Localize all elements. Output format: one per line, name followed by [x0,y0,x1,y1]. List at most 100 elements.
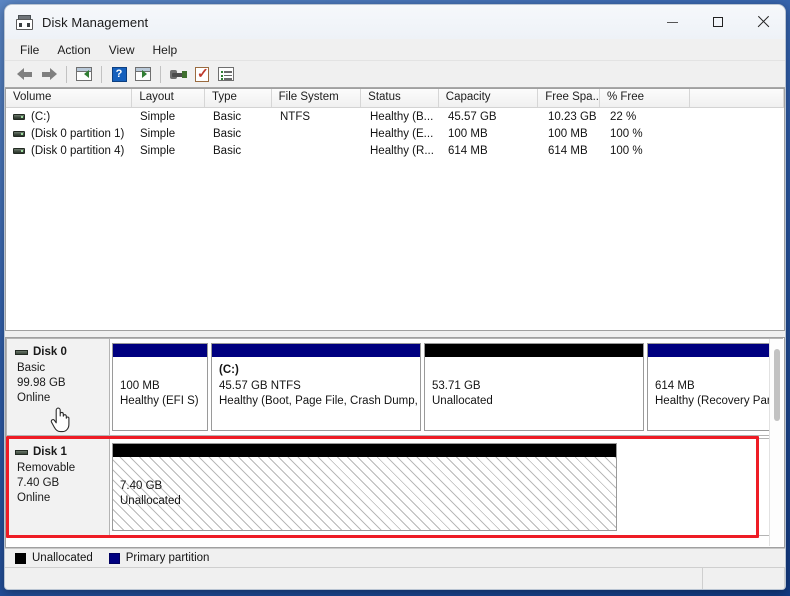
partition-color-bar [648,344,779,357]
menu-action[interactable]: Action [48,41,99,59]
arrow-left-icon [17,67,33,81]
status-bar-left [5,568,703,589]
partition-size-label: 53.71 GB [432,380,481,392]
volume-cell-type: Basic [213,127,242,140]
disk-type-label: Basic [17,362,46,374]
maximize-button[interactable] [695,5,740,39]
toolbar-separator [66,65,67,83]
forward-button[interactable] [37,63,61,85]
volume-name-label: (C:) [31,110,51,123]
partition-info: 7.40 GB Unallocated [113,457,616,530]
partition-color-bar [425,344,643,357]
properties-button[interactable] [214,63,238,85]
volume-cell-status: Healthy (E... [370,127,434,140]
volume-column-header-blank[interactable] [689,89,784,107]
disk-label-disk-1[interactable]: Disk 1 Removable 7.40 GB Online [6,438,110,536]
volume-column-header-free-spa[interactable]: Free Spa... [538,89,600,107]
partition-label-spacer [120,463,616,479]
back-button[interactable] [13,63,37,85]
disk-icon [15,349,28,355]
volume-column-header-volume[interactable]: Volume [6,89,133,107]
status-bar [5,567,785,589]
window-controls [650,5,785,39]
volume-row[interactable]: (Disk 0 partition 1) Simple Basic Healthy (… [6,125,784,142]
legend-item: Unallocated [15,552,93,564]
disk-management-window: Disk Management File Action View Help ? … [4,4,786,590]
volume-name-label: (Disk 0 partition 1) [31,127,125,140]
unallocated-space-disk1[interactable]: 7.40 GB Unallocated [112,443,617,531]
partition-color-bar [212,344,420,357]
volume-cell-free-space: 10.23 GB [548,110,597,123]
toolbar: ? [5,61,785,88]
volume-cell-type: Basic [213,110,242,123]
volume-cell-volume: (C:) [6,111,133,123]
close-icon [757,16,769,28]
menu-bar: File Action View Help [5,39,785,61]
minimize-icon [667,21,678,23]
volume-cell-percent-free: 100 % [610,127,643,140]
menu-view[interactable]: View [100,41,144,59]
partition-info: 100 MB Healthy (EFI S) [113,357,207,430]
volume-cell-status: Healthy (R... [370,144,434,157]
efi-system-partition[interactable]: 100 MB Healthy (EFI S) [112,343,208,431]
volume-row[interactable]: (C:) Simple Basic NTFS Healthy (B... 45.57 GB… [6,108,784,125]
all-tasks-button[interactable] [190,63,214,85]
partition-volume-label: (C:) [219,364,239,376]
unallocated-space-disk0[interactable]: 53.71 GB Unallocated [424,343,644,431]
help-question-icon: ? [111,66,127,82]
recovery-partition[interactable]: 614 MB Healthy (Recovery Par [647,343,780,431]
show-hide-action-pane-button[interactable] [131,63,155,85]
partition-label-spacer [120,363,207,379]
volume-column-header-capacity[interactable]: Capacity [438,89,539,107]
close-button[interactable] [740,5,785,39]
menu-help[interactable]: Help [144,41,187,59]
volume-cell-free-space: 614 MB [548,144,588,157]
partition-size-label: 100 MB [120,380,160,392]
volume-cell-status: Healthy (B... [370,110,434,123]
volume-cell-type: Basic [213,144,242,157]
partition-size-label: 7.40 GB [120,480,163,492]
menu-file[interactable]: File [11,41,48,59]
partition-status-label: Healthy (EFI S) [120,395,199,407]
partition-legend: Unallocated Primary partition [5,548,785,567]
disk-partitions-container: 100 MB Healthy (EFI S) (C:) 45.57 GB NTFS He… [110,338,783,436]
rescan-disks-button[interactable] [166,63,190,85]
disk-pane-scrollbar[interactable] [769,339,783,546]
disk-name-label: Disk 0 [33,346,67,358]
title-bar: Disk Management [5,5,785,39]
help-button[interactable]: ? [107,63,131,85]
volume-column-header-status[interactable]: Status [361,89,439,107]
window-title: Disk Management [42,14,149,30]
disk-state-label: Online [17,492,51,504]
volume-list-header: Volume Layout Type File System Status Capacit… [6,89,784,108]
status-bar-right [703,568,785,589]
list-forward-icon [135,67,151,81]
minimize-button[interactable] [650,5,695,39]
up-one-level-button[interactable] [72,63,96,85]
partition-size-label: 45.57 GB NTFS [219,380,301,392]
partition-status-label: Healthy (Boot, Page File, Crash Dump, [219,395,418,407]
disk-icon [15,449,28,455]
disk-row-disk-0: Disk 0 Basic 99.98 GB Online 100 MB Healthy (… [6,338,783,436]
volume-column-header-layout[interactable]: Layout [132,89,205,107]
properties-icon [218,67,234,81]
volume-row[interactable]: (Disk 0 partition 4) Simple Basic Healthy (… [6,142,784,159]
volume-column-header--free[interactable]: % Free [599,89,690,107]
c-drive-partition[interactable]: (C:) 45.57 GB NTFS Healthy (Boot, Page Fil… [211,343,421,431]
legend-swatch-primary [108,552,120,564]
partition-color-bar [113,444,616,457]
volume-column-header-file-system[interactable]: File System [271,89,362,107]
volume-cell-capacity: 614 MB [448,144,488,157]
volume-cell-volume: (Disk 0 partition 4) [6,145,133,157]
volume-cell-layout: Simple [140,110,176,123]
volume-drive-icon [13,113,25,120]
legend-item: Primary partition [108,552,209,564]
partition-info: 53.71 GB Unallocated [425,357,643,430]
volume-cell-volume: (Disk 0 partition 1) [6,128,133,140]
volume-cell-capacity: 45.57 GB [448,110,497,123]
disk-pane-scrollbar-thumb[interactable] [774,349,780,421]
disk-label-disk-0[interactable]: Disk 0 Basic 99.98 GB Online [6,338,110,436]
volume-name-label: (Disk 0 partition 4) [31,144,125,157]
volume-column-header-type[interactable]: Type [204,89,272,107]
partition-status-label: Unallocated [432,395,493,407]
